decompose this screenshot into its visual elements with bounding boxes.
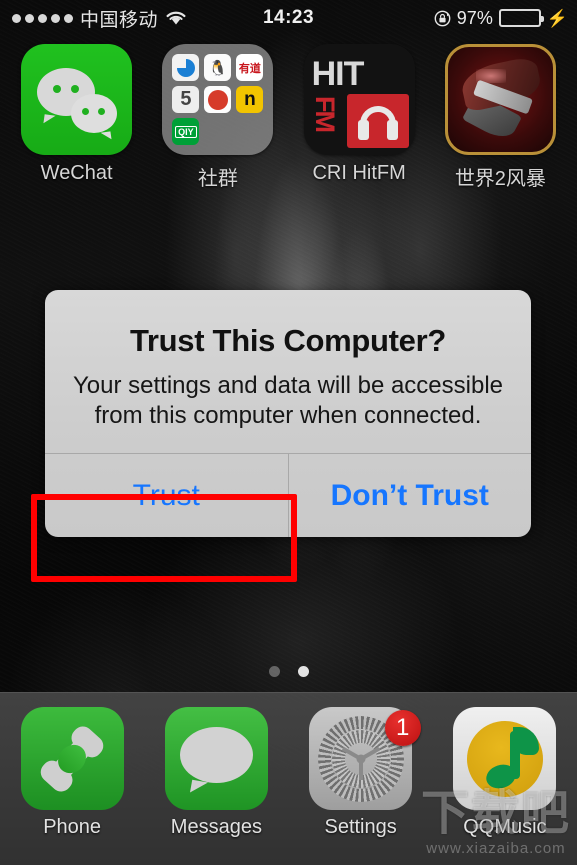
trust-computer-alert: Trust This Computer? Your settings and d… <box>45 290 532 538</box>
headphone-earcup <box>386 120 398 140</box>
gear-spokes <box>339 737 383 781</box>
n-icon: n <box>236 86 264 113</box>
settings-badge-count: 1 <box>384 710 421 746</box>
app-shijie2fengbao[interactable]: 世界2风暴 <box>436 44 564 191</box>
alert-button-row: Trust Don’t Trust <box>45 453 532 538</box>
folder-icon[interactable]: 🐧 有道 5 n QIY <box>162 44 274 155</box>
page-dot-1[interactable] <box>268 666 280 677</box>
app-grid: WeChat 🐧 有道 5 n QIY 社群 HIT FM CRI HitFM … <box>0 44 577 191</box>
page-indicator-dots <box>0 666 577 677</box>
folder-mini-icon-grid: 🐧 有道 5 n QIY <box>162 44 273 155</box>
app-label: 社群 <box>197 168 238 190</box>
dock-app-label: Phone <box>43 816 102 838</box>
status-bar-clock: 14:23 <box>262 7 315 28</box>
wechat-eye <box>71 85 80 93</box>
dock-app-label: Messages <box>170 816 262 838</box>
dock-app-messages[interactable]: Messages <box>152 707 280 839</box>
dock-app-settings[interactable]: 1 Settings <box>297 707 425 839</box>
wechat-eye <box>98 108 106 115</box>
page-dot-2-active[interactable] <box>297 666 309 677</box>
messages-icon[interactable] <box>164 707 268 810</box>
dock: Phone Messages 1 Settings QQMusic <box>0 692 577 865</box>
alert-message: Your settings and data will be accessibl… <box>72 372 504 430</box>
alert-title: Trust This Computer? <box>129 323 447 358</box>
dont-trust-button[interactable]: Don’t Trust <box>287 454 532 538</box>
youdao-icon: 有道 <box>236 54 264 81</box>
dock-app-qqmusic[interactable]: QQMusic <box>441 707 569 839</box>
phone-icon[interactable] <box>20 707 124 810</box>
headphone-earcup <box>357 120 369 140</box>
qq-icon: 🐧 <box>204 54 232 81</box>
fm-wordmark: FM <box>309 96 340 131</box>
trust-button[interactable]: Trust <box>45 454 288 537</box>
dock-app-label: QQMusic <box>463 816 547 838</box>
app-folder-shequn[interactable]: 🐧 有道 5 n QIY 社群 <box>154 44 282 191</box>
gear-hub <box>356 754 366 763</box>
bird-icon <box>204 86 232 113</box>
dock-app-label: Settings <box>324 816 397 838</box>
five-icon: 5 <box>172 86 200 113</box>
battery-icon <box>498 9 544 27</box>
dock-app-phone[interactable]: Phone <box>8 707 136 839</box>
app-cri-hitfm[interactable]: HIT FM CRI HitFM <box>295 44 423 191</box>
cri-hitfm-icon[interactable]: HIT FM <box>303 44 415 155</box>
wechat-eye <box>53 85 62 93</box>
wechat-eye <box>82 108 90 115</box>
music-note-flag <box>513 727 540 755</box>
headphones-icon <box>346 94 409 148</box>
qqmusic-icon[interactable] <box>453 707 557 810</box>
app-wechat[interactable]: WeChat <box>13 44 141 191</box>
shijie2fengbao-icon[interactable] <box>444 44 556 155</box>
iphone-home-screen: 中国移动 14:23 97% ⚡ WeChat 🐧 有道 5 n QIY 社群 … <box>0 0 577 865</box>
app-label: WeChat <box>40 162 113 184</box>
app-label: 世界2风暴 <box>454 168 546 190</box>
app-label: CRI HitFM <box>312 162 406 184</box>
qiyi-icon: QIY <box>172 118 200 145</box>
wechat-icon[interactable] <box>21 44 133 155</box>
folder-empty-slot <box>236 118 263 145</box>
browser-icon <box>172 54 200 81</box>
folder-empty-slot <box>204 118 231 145</box>
hit-wordmark: HIT <box>311 55 365 93</box>
wechat-bubble-small <box>71 94 118 133</box>
message-bubble <box>179 727 253 783</box>
status-bar: 中国移动 14:23 97% ⚡ <box>0 0 577 36</box>
